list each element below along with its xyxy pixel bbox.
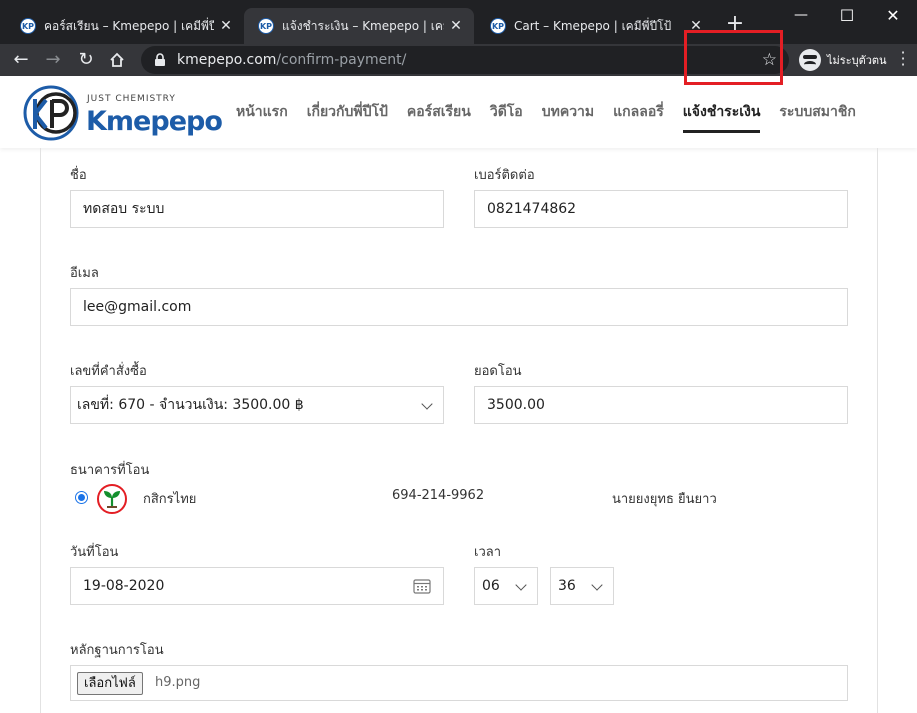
kasikorn-bank-logo-icon xyxy=(97,484,127,514)
phone-label: เบอร์ติดต่อ xyxy=(474,168,535,183)
nav-item-videos[interactable]: วิดีโอ xyxy=(490,101,523,123)
nav-item-confirm-payment[interactable]: แจ้งชำระเงิน xyxy=(682,101,760,133)
nav-item-gallery[interactable]: แกลลอรี่ xyxy=(613,101,664,123)
payment-form-container xyxy=(40,148,878,713)
reload-icon[interactable]: ↻ xyxy=(73,47,99,73)
transfer-amount-input[interactable]: 3500.00 xyxy=(474,386,848,424)
lock-icon xyxy=(155,53,165,66)
tab-title: แจ้งชำระเงิน – Kmepepo | เคมีพี่ปีโป้ xyxy=(282,18,444,33)
close-tab-icon[interactable]: ✕ xyxy=(448,18,464,34)
tab-title: Cart – Kmepepo | เคมีพี่ปีโป้ xyxy=(514,18,672,33)
email-label: อีเมล xyxy=(70,266,99,281)
maximize-window-button[interactable]: ☐ xyxy=(824,0,870,30)
bank-radio-kasikorn[interactable] xyxy=(75,491,88,504)
url-text: kmepepo.com/confirm-payment/ xyxy=(177,52,406,68)
payment-proof-file-input: เลือกไฟล์ h9.png xyxy=(70,665,848,701)
tab-title: คอร์สเรียน – Kmepepo | เคมีพี่ปีโป้ xyxy=(44,18,214,33)
incognito-indicator[interactable]: ไม่ระบุตัวตน xyxy=(799,47,887,73)
logo-wordmark: Kmepepo xyxy=(86,106,223,137)
browser-menu-icon[interactable]: · · · xyxy=(896,45,910,73)
chevron-down-icon xyxy=(515,579,527,591)
browser-tab-courses[interactable]: KP คอร์สเรียน – Kmepepo | เคมีพี่ปีโป้ ✕ xyxy=(6,8,244,44)
logo-tagline: JUST CHEMISTRY xyxy=(87,94,176,104)
site-header: JUST CHEMISTRY Kmepepo หน้าแรก เกี่ยวกับ… xyxy=(0,76,917,148)
email-input[interactable]: lee@gmail.com xyxy=(70,288,848,326)
choose-file-button[interactable]: เลือกไฟล์ xyxy=(77,672,143,695)
nav-item-membership[interactable]: ระบบสมาชิก xyxy=(779,101,855,123)
forward-arrow-icon[interactable]: → xyxy=(40,47,66,73)
minute-select[interactable]: 36 xyxy=(550,567,614,605)
nav-item-home[interactable]: หน้าแรก xyxy=(236,101,288,123)
kp-logo-icon xyxy=(23,85,79,141)
hour-value: 06 xyxy=(482,578,500,594)
nav-item-courses[interactable]: คอร์สเรียน xyxy=(407,101,471,123)
bank-account-number: 694-214-9962 xyxy=(392,488,485,503)
calendar-icon[interactable] xyxy=(413,578,431,594)
nav-item-about[interactable]: เกี่ยวกับพี่ปีโป้ xyxy=(307,101,388,123)
site-favicon-icon: KP xyxy=(20,18,36,34)
site-logo[interactable]: JUST CHEMISTRY Kmepepo xyxy=(20,82,223,142)
browser-tab-cart[interactable]: KP Cart – Kmepepo | เคมีพี่ปีโป้ ✕ xyxy=(476,8,714,44)
order-number-label: เลขที่คำสั่งซื้อ xyxy=(70,364,147,379)
name-input[interactable]: ทดสอบ ระบบ xyxy=(70,190,444,228)
bank-account-name: นายยงยุทธ ยืนยาว xyxy=(612,492,717,507)
transfer-date-value: 19-08-2020 xyxy=(83,578,165,594)
site-favicon-icon: KP xyxy=(490,18,506,34)
back-arrow-icon[interactable]: ← xyxy=(8,47,34,73)
transfer-time-label: เวลา xyxy=(474,545,502,560)
main-navigation: หน้าแรก เกี่ยวกับพี่ปีโป้ คอร์สเรียน วิด… xyxy=(236,76,875,148)
chevron-down-icon xyxy=(591,579,603,591)
home-icon[interactable] xyxy=(104,47,130,73)
minimize-window-button[interactable]: — xyxy=(778,0,824,30)
incognito-label: ไม่ระบุตัวตน xyxy=(827,54,887,67)
close-window-button[interactable]: ✕ xyxy=(870,0,916,30)
order-number-value: เลขที่: 670 - จำนวนเงิน: 3500.00 ฿ xyxy=(77,397,304,413)
bank-label: ธนาคารที่โอน xyxy=(70,463,150,478)
payment-proof-label: หลักฐานการโอน xyxy=(70,643,164,658)
transfer-date-label: วันที่โอน xyxy=(70,545,119,560)
nav-item-articles[interactable]: บทความ xyxy=(542,101,594,123)
selected-file-name: h9.png xyxy=(155,675,201,690)
incognito-icon xyxy=(799,49,821,71)
site-favicon-icon: KP xyxy=(258,18,274,34)
transfer-amount-label: ยอดโอน xyxy=(474,364,522,379)
phone-input[interactable]: 0821474862 xyxy=(474,190,848,228)
chevron-down-icon xyxy=(421,398,433,410)
transfer-date-input[interactable]: 19-08-2020 xyxy=(70,567,444,605)
bank-name: กสิกรไทย xyxy=(143,492,197,507)
url-path: /confirm-payment/ xyxy=(276,52,407,68)
name-label: ชื่อ xyxy=(70,168,87,183)
active-nav-highlight xyxy=(684,30,783,85)
minute-value: 36 xyxy=(558,578,576,594)
browser-tab-confirm-payment[interactable]: KP แจ้งชำระเงิน – Kmepepo | เคมีพี่ปีโป้… xyxy=(244,8,474,44)
hour-select[interactable]: 06 xyxy=(474,567,538,605)
order-number-select[interactable]: เลขที่: 670 - จำนวนเงิน: 3500.00 ฿ xyxy=(70,386,444,424)
url-domain: kmepepo.com xyxy=(177,52,277,68)
close-tab-icon[interactable]: ✕ xyxy=(218,18,234,34)
